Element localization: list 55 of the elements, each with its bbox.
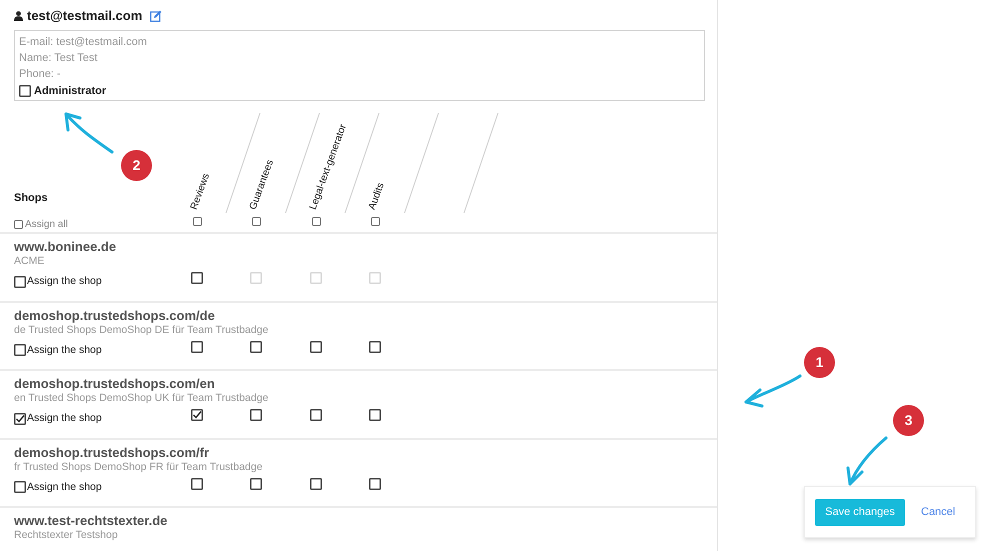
shop-url: www.boninee.de (14, 239, 118, 255)
email-text: E-mail: test@testmail.com (19, 35, 148, 50)
checkbox[interactable] (14, 220, 23, 229)
checkbox[interactable] (369, 478, 381, 490)
assign-all-label: Assign all (25, 218, 68, 232)
shop-description: Rechtstexter Testshop (14, 529, 119, 542)
name-text: Name: Test Test (19, 51, 98, 66)
shop-url: www.test-rechtstexter.de (14, 513, 168, 529)
annotation-arrow (744, 374, 802, 408)
user-email-title: test@testmail.com (27, 7, 142, 26)
checkbox[interactable] (19, 85, 31, 97)
checkbox[interactable] (191, 478, 203, 490)
assign-shop-label: Assign the shop (27, 342, 102, 358)
shops-heading: Shops (14, 191, 48, 206)
checkbox[interactable] (14, 412, 26, 425)
shop-description: de Trusted Shops DemoShop DE für Team Trustbadge (14, 324, 270, 336)
assign-shop-label: Assign the shop (27, 480, 102, 494)
checkbox[interactable] (191, 272, 203, 284)
checkbox[interactable] (14, 481, 26, 494)
checkbox[interactable] (369, 340, 381, 352)
checkbox[interactable] (250, 340, 262, 352)
assign-shop-label: Assign the shop (27, 411, 102, 426)
checkbox[interactable] (193, 217, 202, 226)
save-button[interactable]: Save changes (815, 498, 905, 526)
checkbox[interactable] (191, 409, 203, 421)
phone-text: Phone: - (19, 67, 62, 82)
annotation-arrow (64, 112, 114, 154)
checkbox[interactable] (371, 217, 380, 226)
checkbox[interactable] (252, 217, 261, 226)
shop-url: demoshop.trustedshops.com/fr (14, 444, 210, 460)
administrator-label: Administrator (34, 84, 106, 99)
step-number-badge: 2 (121, 150, 152, 181)
annotation-arrow (846, 436, 888, 486)
shop-description: ACME (14, 255, 46, 268)
cancel-link[interactable]: Cancel (921, 504, 956, 520)
column-header: Audits (366, 180, 388, 212)
checkbox[interactable] (14, 344, 26, 356)
checkbox[interactable] (191, 340, 203, 352)
shop-url: demoshop.trustedshops.com/en (14, 376, 216, 392)
checkbox[interactable] (310, 478, 322, 490)
user-icon (14, 11, 23, 21)
edit-icon[interactable] (150, 10, 162, 22)
checkbox[interactable] (250, 409, 262, 421)
checkbox[interactable] (369, 409, 381, 421)
step-number-badge: 1 (804, 347, 835, 378)
checkbox[interactable] (14, 276, 26, 288)
shop-url: demoshop.trustedshops.com/de (14, 308, 216, 324)
shop-description: fr Trusted Shops DemoShop FR für Team Trustbadge (14, 460, 264, 474)
checkbox[interactable] (250, 478, 262, 490)
checkbox[interactable] (310, 340, 322, 352)
step-number-badge: 3 (893, 405, 924, 436)
assign-shop-label: Assign the shop (27, 274, 102, 289)
checkbox[interactable] (312, 217, 321, 226)
checkbox[interactable] (310, 409, 322, 421)
shop-description: en Trusted Shops DemoShop UK für Team Trustbadge (14, 392, 270, 405)
